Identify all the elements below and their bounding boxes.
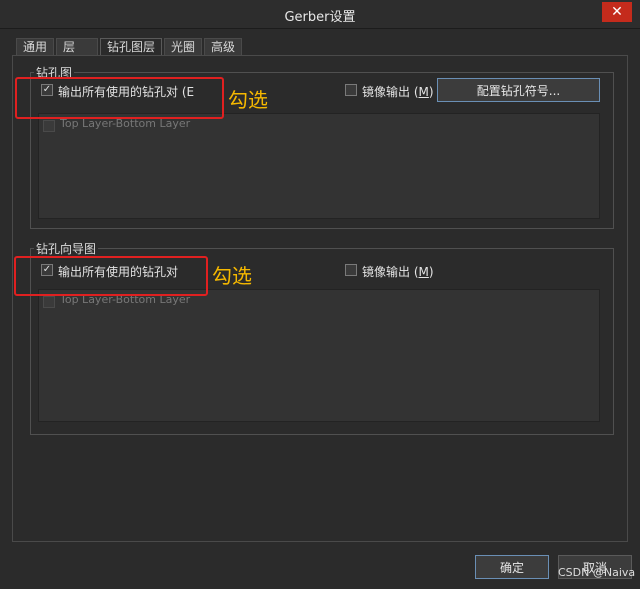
guide-pairs-list[interactable]: Top Layer-Bottom Layer: [38, 289, 600, 422]
annotation-check-1: 勾选: [228, 88, 268, 112]
ok-button[interactable]: 确定: [475, 555, 549, 579]
tab-layers[interactable]: 层: [56, 38, 99, 55]
highlight-box-2: [14, 256, 208, 296]
tab-apertures[interactable]: 光圈: [164, 38, 203, 55]
guide-mirror-output-label[interactable]: 镜像输出 (M): [362, 263, 434, 280]
tab-bar: 通用 层 钻孔图层 光圈 高级: [16, 38, 244, 55]
drill-guide-group-label: 钻孔向导图: [34, 240, 99, 257]
watermark: CSDN @Naiva: [558, 566, 636, 579]
tab-advanced[interactable]: 高级: [204, 38, 243, 55]
guide-layer-pair-checkbox[interactable]: [43, 296, 55, 308]
close-icon[interactable]: ✕: [602, 2, 632, 22]
mirror-output-checkbox[interactable]: [345, 84, 357, 96]
tab-drill-drawing[interactable]: 钻孔图层: [100, 38, 163, 55]
tab-general[interactable]: 通用: [16, 38, 55, 55]
mirror-output-label[interactable]: 镜像输出 (M): [362, 83, 434, 100]
guide-mirror-output-checkbox[interactable]: [345, 264, 357, 276]
annotation-check-2: 勾选: [212, 264, 252, 288]
configure-drill-symbols-button[interactable]: 配置钻孔符号...: [437, 78, 600, 102]
highlight-box-1: [15, 77, 224, 119]
title-bar: Gerber设置 ✕: [0, 0, 640, 29]
window-title: Gerber设置: [284, 10, 356, 25]
drill-pairs-list[interactable]: Top Layer-Bottom Layer: [38, 113, 600, 219]
layer-pair-checkbox[interactable]: [43, 120, 55, 132]
